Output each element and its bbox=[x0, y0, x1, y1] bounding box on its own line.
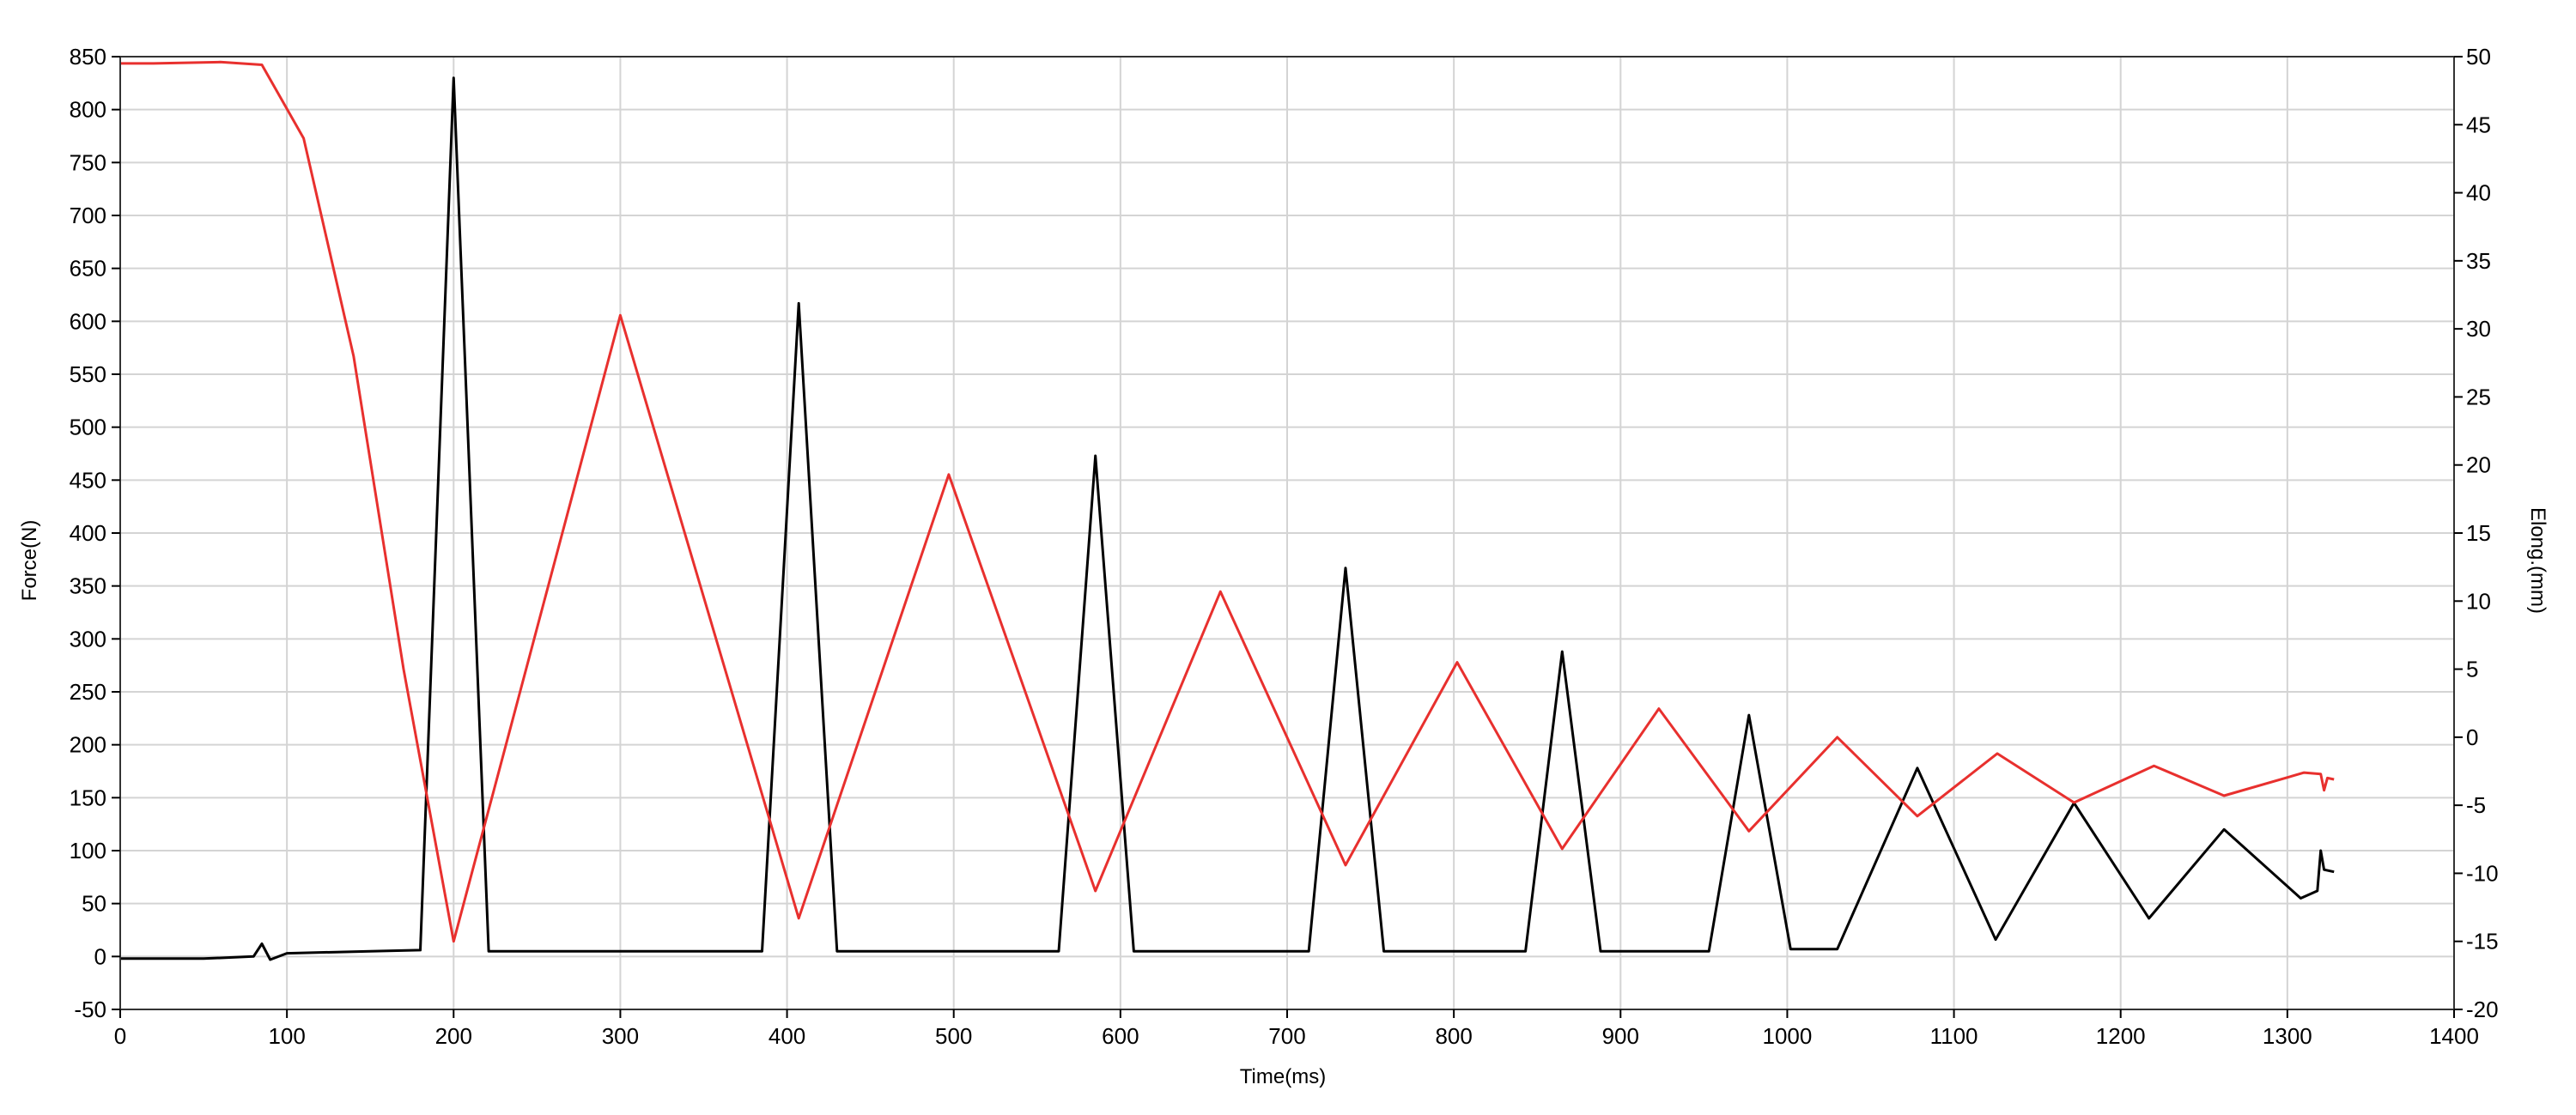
y-right-tick-label: 20 bbox=[2466, 452, 2491, 478]
y-left-tick-label: -50 bbox=[74, 997, 106, 1022]
x-tick-label: 600 bbox=[1102, 1023, 1139, 1049]
y-left-tick-label: 0 bbox=[94, 943, 106, 969]
x-tick-label: 400 bbox=[769, 1023, 805, 1049]
y-left-tick-label: 750 bbox=[70, 149, 106, 175]
chart-svg: 0 100 200 300 400 500 600 700 800 900 1000 1100 1200… bbox=[18, 44, 2549, 1088]
y-right-tick-label: 50 bbox=[2466, 44, 2491, 70]
right-axis-title: Elong.(mm) bbox=[2526, 507, 2549, 614]
y-left-tick-label: 100 bbox=[70, 838, 106, 864]
y-right-tick-label: 30 bbox=[2466, 316, 2491, 342]
y-right-tick-label: 35 bbox=[2466, 248, 2491, 274]
y-left-tick-label: 550 bbox=[70, 361, 106, 387]
x-tick-label: 1200 bbox=[2096, 1023, 2146, 1049]
y-left-tick-label: 800 bbox=[70, 97, 106, 123]
x-tick-label: 0 bbox=[114, 1023, 126, 1049]
y-left-tick-label: 500 bbox=[70, 415, 106, 440]
y-left-tick-label: 200 bbox=[70, 732, 106, 758]
chart: 0 100 200 300 400 500 600 700 800 900 1000 1100 1200… bbox=[0, 0, 2576, 1115]
grid bbox=[119, 56, 2455, 1010]
y-right-tick-label: 25 bbox=[2466, 384, 2491, 409]
x-tick-label: 700 bbox=[1268, 1023, 1305, 1049]
y-left-tick-label: 700 bbox=[70, 203, 106, 228]
y-left-tick-label: 400 bbox=[70, 520, 106, 546]
x-tick-label: 1000 bbox=[1763, 1023, 1813, 1049]
y-left-tick-label: 350 bbox=[70, 573, 106, 599]
y-left-tick-label: 850 bbox=[70, 44, 106, 70]
y-right-tick-label: 40 bbox=[2466, 180, 2491, 206]
y-left-tick-label: 300 bbox=[70, 626, 106, 651]
tick-layer: 0 100 200 300 400 500 600 700 800 900 1000 1100 1200… bbox=[70, 44, 2499, 1049]
series-layer bbox=[120, 60, 2335, 961]
y-left-tick-label: 250 bbox=[70, 679, 106, 705]
x-tick-label: 300 bbox=[602, 1023, 639, 1049]
x-tick-label: 900 bbox=[1602, 1023, 1639, 1049]
x-tick-label: 200 bbox=[435, 1023, 472, 1049]
y-right-tick-label: 5 bbox=[2466, 657, 2478, 682]
left-axis-title: Force(N) bbox=[18, 520, 41, 602]
y-left-tick-label: 450 bbox=[70, 467, 106, 493]
x-tick-label: 1400 bbox=[2429, 1023, 2479, 1049]
y-right-tick-label: 45 bbox=[2466, 112, 2491, 137]
y-right-tick-label: -15 bbox=[2466, 929, 2499, 954]
elongation-series-line bbox=[120, 60, 2335, 943]
y-right-tick-label: 15 bbox=[2466, 520, 2491, 546]
y-left-tick-label: 650 bbox=[70, 256, 106, 282]
y-right-tick-label: 10 bbox=[2466, 588, 2491, 614]
x-tick-label: 800 bbox=[1435, 1023, 1472, 1049]
y-left-tick-label: 600 bbox=[70, 308, 106, 334]
y-right-tick-label: 0 bbox=[2466, 724, 2478, 750]
y-right-tick-label: -10 bbox=[2466, 860, 2499, 886]
x-tick-label: 500 bbox=[935, 1023, 972, 1049]
y-right-tick-label: -20 bbox=[2466, 997, 2499, 1022]
x-tick-label: 100 bbox=[268, 1023, 305, 1049]
y-left-tick-label: 50 bbox=[82, 891, 106, 917]
x-axis-title: Time(ms) bbox=[1240, 1065, 1326, 1088]
x-tick-label: 1300 bbox=[2263, 1023, 2312, 1049]
y-right-tick-label: -5 bbox=[2466, 792, 2486, 818]
y-left-tick-label: 150 bbox=[70, 785, 106, 810]
force-series-line bbox=[120, 76, 2335, 961]
x-tick-label: 1100 bbox=[1930, 1023, 1978, 1049]
